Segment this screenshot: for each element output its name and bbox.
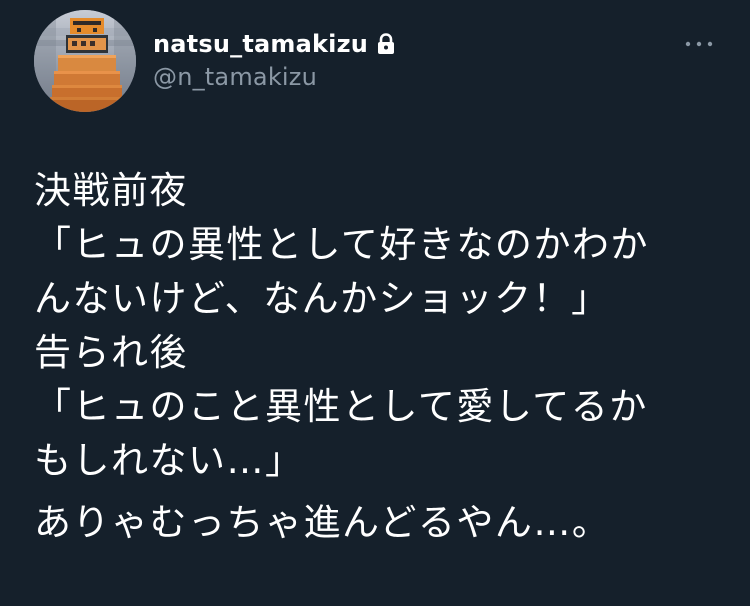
more-options-button[interactable] bbox=[682, 27, 716, 61]
tweet-line: もしれない…」 bbox=[34, 439, 304, 482]
tweet-line: 告られ後 bbox=[34, 331, 188, 374]
more-horizontal-icon bbox=[684, 39, 714, 49]
tweet-card: natsu_tamakizu @n_tamakizu 決戦前夜 「ヒュの異性とし… bbox=[0, 0, 750, 606]
lock-icon bbox=[376, 33, 396, 55]
name-row: natsu_tamakizu bbox=[153, 27, 633, 61]
tweet-line: んないけど、なんかショック！」 bbox=[34, 277, 610, 320]
tweet-line: 「ヒュのこと異性として愛してるか bbox=[34, 385, 648, 428]
tweet-line: 「ヒュの異性として好きなのかわか bbox=[34, 223, 649, 266]
pixel-robot-avatar-icon bbox=[34, 10, 136, 112]
tweet-text: 決戦前夜 「ヒュの異性として好きなのかわか んないけど、なんかショック！」 告ら… bbox=[34, 164, 724, 550]
display-name[interactable]: natsu_tamakizu bbox=[153, 32, 368, 56]
tweet-line: 決戦前夜 bbox=[34, 169, 188, 212]
user-handle[interactable]: @n_tamakizu bbox=[153, 65, 633, 89]
avatar[interactable] bbox=[34, 10, 136, 112]
tweet-line: ありゃむっちゃ進んどるやん…。 bbox=[34, 501, 611, 544]
tweet-header: natsu_tamakizu @n_tamakizu bbox=[153, 27, 633, 89]
